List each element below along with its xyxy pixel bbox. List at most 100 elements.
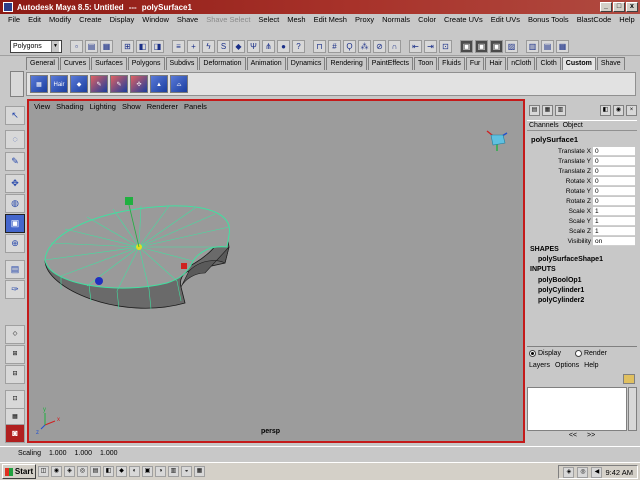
quicklaunch-icon[interactable]: ◈ bbox=[64, 466, 75, 477]
hotbox-icon[interactable]: ◙ bbox=[5, 424, 25, 443]
select-tool-icon[interactable]: ↖ bbox=[5, 106, 25, 125]
menu-create[interactable]: Create bbox=[75, 14, 106, 26]
show-tool-settings-icon[interactable]: ▤ bbox=[541, 40, 554, 53]
menu-file[interactable]: File bbox=[4, 14, 24, 26]
input-node[interactable]: polyCylinder2 bbox=[538, 297, 584, 304]
panel-close-icon[interactable]: × bbox=[626, 104, 637, 116]
attribute-row[interactable]: Scale Z1 bbox=[527, 227, 637, 237]
shelf-tab-toon[interactable]: Toon bbox=[413, 57, 438, 70]
shelf-tab-cloth[interactable]: Cloth bbox=[536, 57, 561, 70]
create-layer-icon[interactable] bbox=[623, 374, 635, 384]
shelf-tab-animation[interactable]: Animation bbox=[246, 57, 286, 70]
shelf-tab-subdivs[interactable]: Subdivs bbox=[165, 57, 199, 70]
snap-view-plane-icon[interactable]: ⊘ bbox=[373, 40, 386, 53]
close-button[interactable]: x bbox=[626, 2, 638, 12]
volume-icon[interactable]: ◀ bbox=[591, 466, 603, 478]
scale-tool-icon[interactable]: ▣ bbox=[5, 214, 25, 233]
viewport-menu-view[interactable]: View bbox=[31, 101, 53, 113]
select-misc-icon[interactable]: ? bbox=[292, 40, 305, 53]
start-button[interactable]: Start bbox=[2, 464, 36, 479]
render-layer-radio[interactable]: Render bbox=[574, 350, 607, 357]
select-rendering-icon[interactable]: ● bbox=[277, 40, 290, 53]
render-view-icon[interactable]: ▣ bbox=[460, 40, 473, 53]
menu-display[interactable]: Display bbox=[106, 14, 139, 26]
shelf-tab-curves[interactable]: Curves bbox=[59, 57, 91, 70]
menu-window[interactable]: Window bbox=[138, 14, 173, 26]
construction-history-icon[interactable]: ⊡ bbox=[439, 40, 452, 53]
object-menu[interactable]: Object bbox=[563, 121, 583, 130]
make-live-icon[interactable]: ∩ bbox=[388, 40, 401, 53]
menu-select[interactable]: Select bbox=[254, 14, 283, 26]
show-channel-box-icon[interactable]: ▦ bbox=[556, 40, 569, 53]
menu-blastcode[interactable]: BlastCode bbox=[573, 14, 616, 26]
input-history-icon[interactable]: ⇤ bbox=[409, 40, 422, 53]
paint-select-tool-icon[interactable]: ✎ bbox=[5, 152, 25, 171]
shelf-tool-icon[interactable]: ▦ bbox=[30, 75, 48, 93]
rotate-tool-icon[interactable]: ◍ bbox=[5, 194, 25, 213]
attribute-value-field[interactable]: on bbox=[593, 237, 635, 246]
viewport-menu-show[interactable]: Show bbox=[119, 101, 144, 113]
open-scene-icon[interactable]: ▤ bbox=[85, 40, 98, 53]
shelf-tab-fur[interactable]: Fur bbox=[465, 57, 485, 70]
attribute-row[interactable]: Translate Y0 bbox=[527, 157, 637, 167]
menu-edit-mesh[interactable]: Edit Mesh bbox=[310, 14, 351, 26]
soft-mod-tool-icon[interactable]: ▤ bbox=[5, 260, 25, 279]
select-curves-icon[interactable]: S bbox=[217, 40, 230, 53]
shelf-menu-button[interactable] bbox=[10, 71, 24, 97]
z-scale-handle[interactable] bbox=[95, 277, 103, 285]
tray-icon[interactable]: ◎ bbox=[577, 466, 589, 478]
options-menu[interactable]: Options bbox=[555, 362, 579, 369]
shelf-tab-painteffects[interactable]: PaintEffects bbox=[367, 57, 413, 70]
shelf-tab-polygons[interactable]: Polygons bbox=[127, 57, 165, 70]
attribute-value-field[interactable]: 0 bbox=[593, 157, 635, 166]
viewport-menu-shading[interactable]: Shading bbox=[53, 101, 87, 113]
quicklaunch-icon[interactable]: ▦ bbox=[194, 466, 205, 477]
attribute-row[interactable]: Rotate Y0 bbox=[527, 187, 637, 197]
attribute-row[interactable]: Scale X1 bbox=[527, 207, 637, 217]
attribute-row[interactable]: Translate Z0 bbox=[527, 167, 637, 177]
attribute-row[interactable]: Translate X0 bbox=[527, 147, 637, 157]
chevron-down-icon[interactable]: ▼ bbox=[51, 41, 59, 52]
attribute-value-field[interactable]: 1 bbox=[593, 227, 635, 236]
menu-bonus-tools[interactable]: Bonus Tools bbox=[524, 14, 573, 26]
render-current-icon[interactable]: ▣ bbox=[475, 40, 488, 53]
quicklaunch-icon[interactable]: ◧ bbox=[103, 466, 114, 477]
attribute-row[interactable]: Rotate X0 bbox=[527, 177, 637, 187]
ipr-render-icon[interactable]: ▣ bbox=[490, 40, 503, 53]
quicklaunch-icon[interactable]: ◒ bbox=[181, 466, 192, 477]
snap-grid-icon[interactable]: # bbox=[328, 40, 341, 53]
menu-edit-uvs[interactable]: Edit UVs bbox=[487, 14, 524, 26]
menu-normals[interactable]: Normals bbox=[378, 14, 414, 26]
menu-shave[interactable]: Shave bbox=[173, 14, 202, 26]
menu-edit[interactable]: Edit bbox=[24, 14, 45, 26]
last-tool-icon[interactable]: ✑ bbox=[5, 280, 25, 299]
shape-node[interactable]: polySurfaceShape1 bbox=[538, 256, 603, 263]
shelf-tab-ncloth[interactable]: nCloth bbox=[507, 57, 536, 70]
select-deformers-icon[interactable]: Ψ bbox=[247, 40, 260, 53]
pick-mask-icon[interactable]: ≡ bbox=[172, 40, 185, 53]
shelf-tab-hair[interactable]: Hair bbox=[485, 57, 507, 70]
menu-proxy[interactable]: Proxy bbox=[351, 14, 378, 26]
channels-menu[interactable]: Channels bbox=[529, 121, 559, 130]
sphere-icon[interactable]: ◉ bbox=[613, 104, 624, 116]
shelf-hair-icon[interactable]: Hair bbox=[50, 75, 68, 93]
input-node[interactable]: polyBoolOp1 bbox=[538, 277, 582, 284]
collapse-right-button[interactable]: >> bbox=[587, 432, 595, 444]
attribute-value-field[interactable]: 0 bbox=[593, 147, 635, 156]
layout-single-icon[interactable]: ◇ bbox=[5, 325, 25, 344]
shelf-tab-dynamics[interactable]: Dynamics bbox=[286, 57, 326, 70]
perspective-viewport[interactable]: View Shading Lighting Show Renderer Panels bbox=[27, 99, 525, 443]
quicklaunch-icon[interactable]: ◆ bbox=[116, 466, 127, 477]
quicklaunch-icon[interactable]: ▤ bbox=[90, 466, 101, 477]
lock-selection-icon[interactable]: ⊓ bbox=[313, 40, 326, 53]
x-scale-handle[interactable] bbox=[181, 263, 187, 269]
layer-editor-icon[interactable]: ▦ bbox=[542, 104, 553, 116]
quicklaunch-icon[interactable]: ▥ bbox=[168, 466, 179, 477]
viewport-menu-lighting[interactable]: Lighting bbox=[87, 101, 119, 113]
collapse-left-button[interactable]: << bbox=[569, 432, 577, 444]
layer-scrollbar[interactable] bbox=[628, 387, 637, 431]
lasso-tool-icon[interactable]: ◌ bbox=[5, 130, 25, 149]
layout-four-icon[interactable]: ⊞ bbox=[5, 345, 25, 364]
viewport-menu-renderer[interactable]: Renderer bbox=[144, 101, 181, 113]
select-object-icon[interactable]: ◧ bbox=[136, 40, 149, 53]
